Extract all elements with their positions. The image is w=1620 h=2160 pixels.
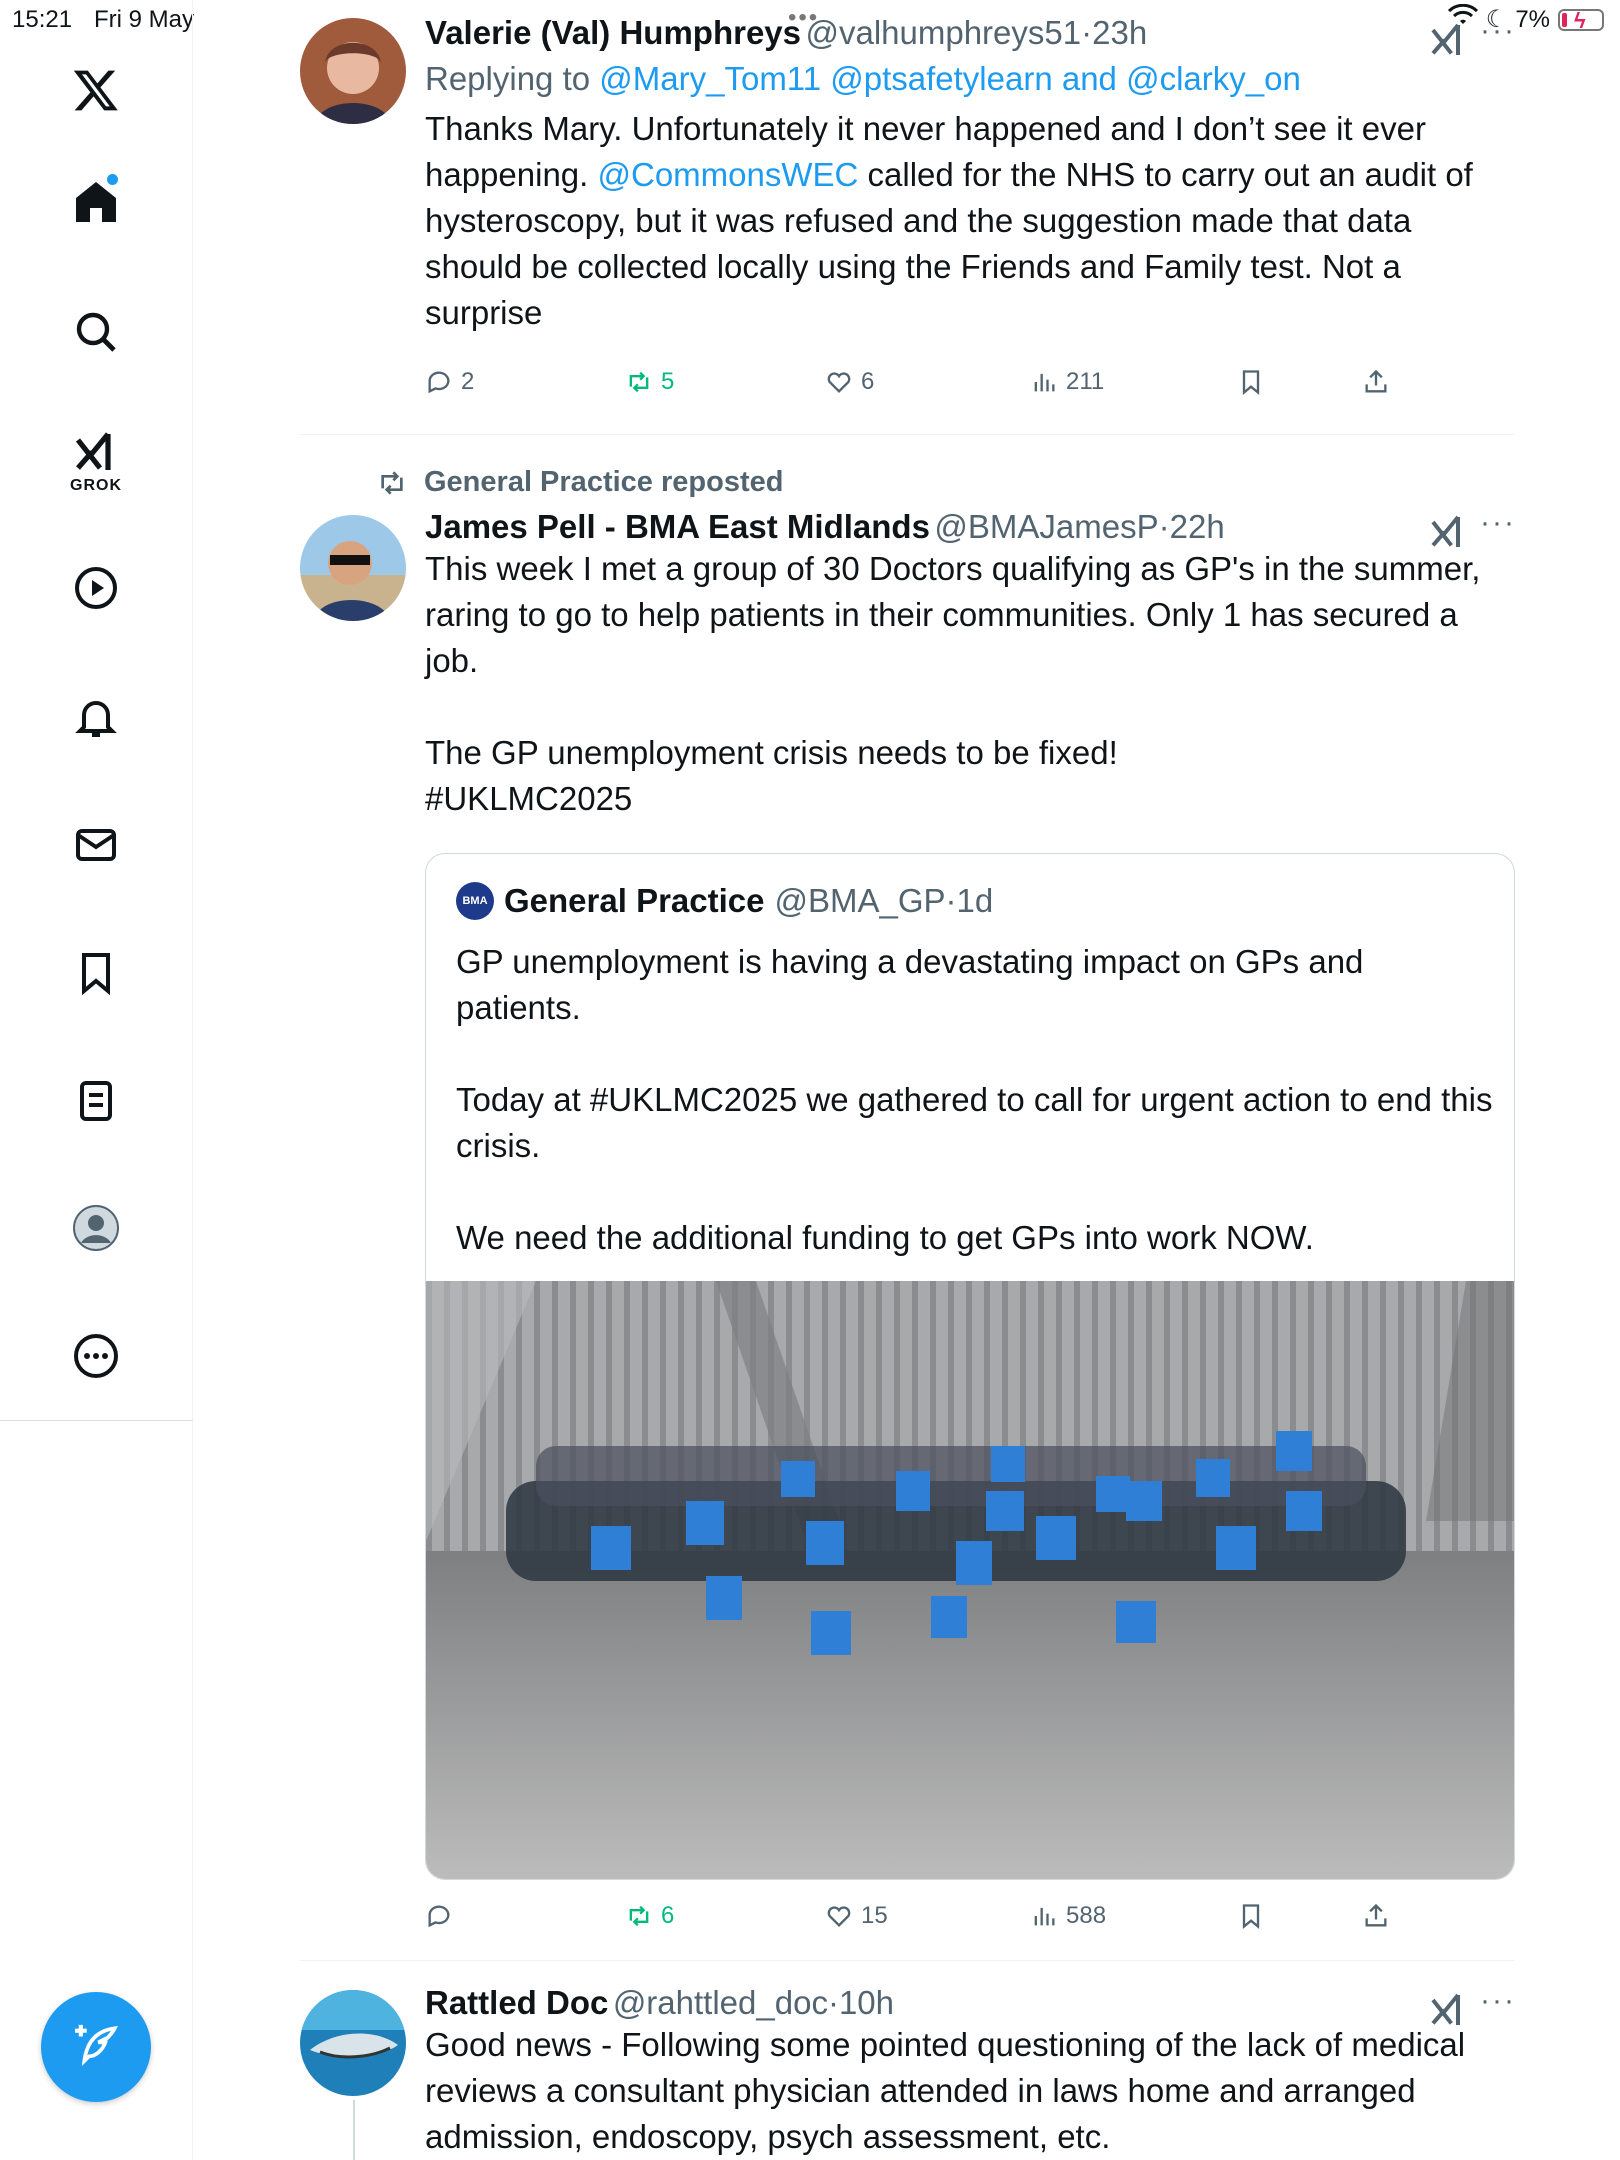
tweet[interactable]: Valerie (Val) Humphreys @valhumphreys51 ·… <box>300 14 1515 414</box>
repost-count: 6 <box>661 1902 675 1929</box>
more-options-icon[interactable]: ··· <box>1480 1984 1515 2018</box>
bookmark-icon <box>1242 370 1260 395</box>
list-icon[interactable] <box>66 1071 126 1131</box>
repost-header: General Practice reposted <box>376 466 783 499</box>
tweet-text: Thanks Mary. Unfortunately it never happ… <box>425 106 1505 336</box>
sidebar: GROK <box>0 0 193 2160</box>
author-handle[interactable]: @valhumphreys51 <box>805 14 1081 51</box>
avatar[interactable] <box>300 1990 406 2096</box>
author-name[interactable]: Rattled Doc <box>425 1984 608 2021</box>
author-handle[interactable]: @rahttled_doc <box>613 1984 828 2021</box>
like-button[interactable]: 15 <box>825 1902 888 1930</box>
grok-icon[interactable] <box>66 422 126 482</box>
author-name[interactable]: Valerie (Val) Humphreys <box>425 14 801 51</box>
replying-to-handles[interactable]: @Mary_Tom11 @ptsafetylearn and @clarky_o… <box>599 60 1301 97</box>
grok-icon[interactable] <box>1428 1990 1468 2030</box>
tweet-text: This week I met a group of 30 Doctors qu… <box>425 550 1481 771</box>
bookmark-button[interactable] <box>1237 1902 1265 1930</box>
repost-count: 5 <box>661 368 675 395</box>
tweet-actions: 6 15 588 <box>425 1902 1515 1942</box>
reply-button[interactable] <box>425 1902 461 1930</box>
views-icon <box>1034 373 1055 392</box>
more-options-icon[interactable]: ··· <box>1480 506 1516 540</box>
profile-icon[interactable] <box>66 1198 126 1258</box>
bookmark-icon[interactable] <box>66 943 126 1003</box>
grok-icon[interactable] <box>1428 512 1468 552</box>
like-count: 6 <box>861 368 875 395</box>
hashtag-link[interactable]: #UKLMC2025 <box>425 776 1515 822</box>
battery-icon: ϟ <box>1558 8 1604 33</box>
view-count: 588 <box>1066 1902 1107 1929</box>
tweet-time[interactable]: 10h <box>839 1984 894 2021</box>
repost-icon <box>381 470 403 495</box>
tweet-actions: 2 5 6 211 <box>425 368 1515 408</box>
tweet-separator <box>300 434 1515 435</box>
compose-feather-icon <box>75 2024 118 2067</box>
quote-time[interactable]: 1d <box>957 882 994 919</box>
home-notification-dot <box>107 174 118 185</box>
play-icon[interactable] <box>66 558 126 618</box>
bma-logo: BMA <box>456 882 494 920</box>
share-icon <box>1365 369 1387 393</box>
quoted-tweet[interactable]: BMA General Practice @BMA_GP·1d GP unemp… <box>425 853 1515 1880</box>
bookmark-button[interactable] <box>1237 368 1265 396</box>
repost-icon <box>629 1905 649 1927</box>
grok-icon[interactable] <box>1428 20 1468 60</box>
repost-icon <box>629 371 649 393</box>
heart-icon <box>827 372 851 393</box>
reply-icon <box>428 371 450 394</box>
sidebar-divider <box>0 1420 193 1421</box>
like-button[interactable]: 6 <box>825 368 874 396</box>
avatar[interactable] <box>300 515 406 621</box>
avatar[interactable] <box>300 18 406 124</box>
views-button[interactable]: 211 <box>1030 368 1104 396</box>
tweet-time[interactable]: 22h <box>1170 508 1225 545</box>
quote-author-handle[interactable]: @BMA_GP <box>775 882 946 919</box>
quote-photo[interactable] <box>426 1281 1514 1879</box>
tweet-time[interactable]: 23h <box>1092 14 1147 51</box>
like-count: 15 <box>861 1902 888 1929</box>
repost-button[interactable]: 5 <box>625 368 674 396</box>
bell-icon[interactable] <box>66 687 126 747</box>
quote-text: GP unemployment is having a devastating … <box>456 943 1493 1256</box>
replying-to: Replying to @Mary_Tom11 @ptsafetylearn a… <box>425 60 1515 98</box>
reply-button[interactable]: 2 <box>425 368 474 396</box>
tweet-separator <box>300 1960 1515 1961</box>
tweet-text: Good news - Following some pointed quest… <box>425 2026 1475 2155</box>
x-logo-icon[interactable] <box>66 60 126 120</box>
mention-link[interactable]: @CommonsWEC <box>598 156 859 193</box>
search-icon[interactable] <box>66 302 126 362</box>
grok-label: GROK <box>70 477 122 494</box>
repost-label[interactable]: General Practice reposted <box>424 466 783 499</box>
group-photo-image <box>426 1281 1514 1879</box>
views-button[interactable]: 588 <box>1030 1902 1106 1930</box>
author-name[interactable]: James Pell - BMA East Midlands <box>425 508 930 545</box>
bookmark-icon <box>1242 1904 1260 1929</box>
author-handle[interactable]: @BMAJamesP <box>934 508 1158 545</box>
reply-icon <box>428 1905 450 1928</box>
view-count: 211 <box>1066 368 1105 395</box>
share-icon <box>1365 1903 1387 1927</box>
tweet[interactable]: Rattled Doc @rahttled_doc·10h Good news … <box>300 1984 1515 2160</box>
views-icon <box>1034 1907 1055 1926</box>
reply-count: 2 <box>461 368 475 395</box>
mail-icon[interactable] <box>66 815 126 875</box>
battery-percent: 7% <box>1515 5 1550 33</box>
tweet[interactable]: General Practice reposted James Pell - B… <box>300 460 1515 1940</box>
more-options-icon[interactable]: ··· <box>1480 14 1516 48</box>
repost-button[interactable]: 6 <box>625 1902 674 1930</box>
quote-author-name[interactable]: General Practice <box>504 882 765 920</box>
compose-button[interactable] <box>41 1992 151 2102</box>
thread-line <box>353 2100 355 2160</box>
heart-icon <box>827 1906 851 1927</box>
share-button[interactable] <box>1362 368 1390 396</box>
more-icon[interactable] <box>66 1326 126 1386</box>
share-button[interactable] <box>1362 1902 1390 1930</box>
replying-prefix: Replying to <box>425 60 591 97</box>
